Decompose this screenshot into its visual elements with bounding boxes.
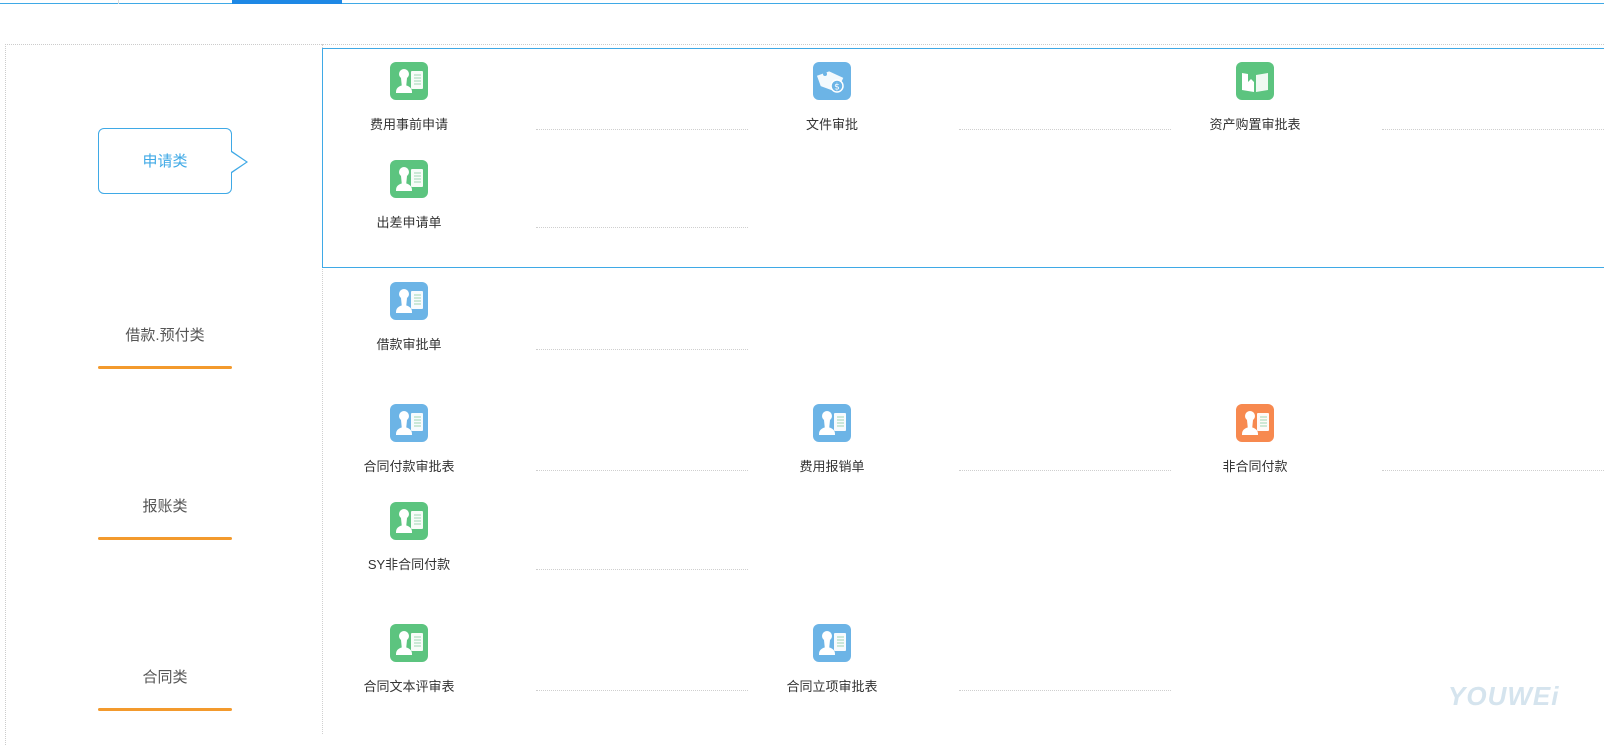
category-loan-prepay[interactable]: 借款.预付类 (98, 324, 232, 370)
item-dotted-divider (536, 569, 748, 570)
form-item[interactable]: 非合同付款 (1165, 404, 1345, 475)
item-dotted-divider (1382, 470, 1604, 471)
item-dotted-divider (536, 690, 748, 691)
person-document-icon (390, 624, 428, 662)
form-item[interactable]: 合同立项审批表 (742, 624, 922, 695)
item-dotted-divider (536, 349, 748, 350)
form-item-label: 借款审批单 (376, 337, 442, 352)
active-pointer-inner (231, 152, 246, 172)
category-label: 借款.预付类 (125, 327, 205, 344)
watermark-logo: YOUWEi (1448, 681, 1560, 711)
category-underline (98, 708, 232, 711)
form-item-label: 文件审批 (805, 117, 858, 132)
form-item-label: 资产购置审批表 (1209, 117, 1301, 132)
item-dotted-divider (959, 129, 1171, 130)
category-underline (98, 366, 232, 369)
form-item[interactable]: 合同付款审批表 (319, 404, 499, 475)
open-book-icon (1236, 62, 1274, 100)
item-dotted-divider (536, 470, 748, 471)
category-label: 合同类 (142, 669, 188, 686)
form-item[interactable]: 文件审批 (742, 62, 922, 133)
person-document-icon (390, 404, 428, 442)
active-category-content (322, 48, 1604, 268)
top-tab-strip (0, 0, 1604, 5)
form-item-label: 合同立项审批表 (786, 679, 878, 694)
form-item-label: 合同文本评审表 (363, 679, 455, 694)
category-label: 申请类 (142, 153, 188, 170)
person-document-icon (1236, 404, 1274, 442)
category-underline (98, 537, 232, 540)
person-document-icon (390, 282, 428, 320)
form-item-label: 出差申请单 (376, 215, 442, 230)
form-item-label: 费用事前申请 (369, 117, 448, 132)
price-tag-icon (813, 62, 851, 100)
form-item[interactable]: 费用事前申请 (319, 62, 499, 133)
tab-separator (118, 0, 119, 4)
person-document-icon (813, 624, 851, 662)
form-item-label: SY非合同付款 (367, 557, 451, 572)
form-item[interactable]: SY非合同付款 (319, 502, 499, 573)
form-item-label: 费用报销单 (799, 459, 865, 474)
person-document-icon (390, 502, 428, 540)
person-document-icon (390, 160, 428, 198)
person-document-icon (390, 62, 428, 100)
active-tab-indicator[interactable] (232, 0, 342, 4)
item-dotted-divider (1382, 129, 1604, 130)
form-item-label: 非合同付款 (1222, 459, 1288, 474)
form-item[interactable]: 资产购置审批表 (1165, 62, 1345, 133)
category-label: 报账类 (142, 498, 188, 515)
form-item-label: 合同付款审批表 (363, 459, 455, 474)
category-reimbursement[interactable]: 报账类 (98, 495, 232, 541)
form-item[interactable]: 费用报销单 (742, 404, 922, 475)
form-item[interactable]: 借款审批单 (319, 282, 499, 353)
form-item[interactable]: 出差申请单 (319, 160, 499, 231)
person-document-icon (813, 404, 851, 442)
category-contract[interactable]: 合同类 (98, 666, 232, 712)
item-dotted-divider (536, 227, 748, 228)
item-dotted-divider (959, 690, 1171, 691)
category-application[interactable]: 申请类 (98, 128, 248, 194)
item-dotted-divider (536, 129, 748, 130)
item-dotted-divider (959, 470, 1171, 471)
form-item[interactable]: 合同文本评审表 (319, 624, 499, 695)
